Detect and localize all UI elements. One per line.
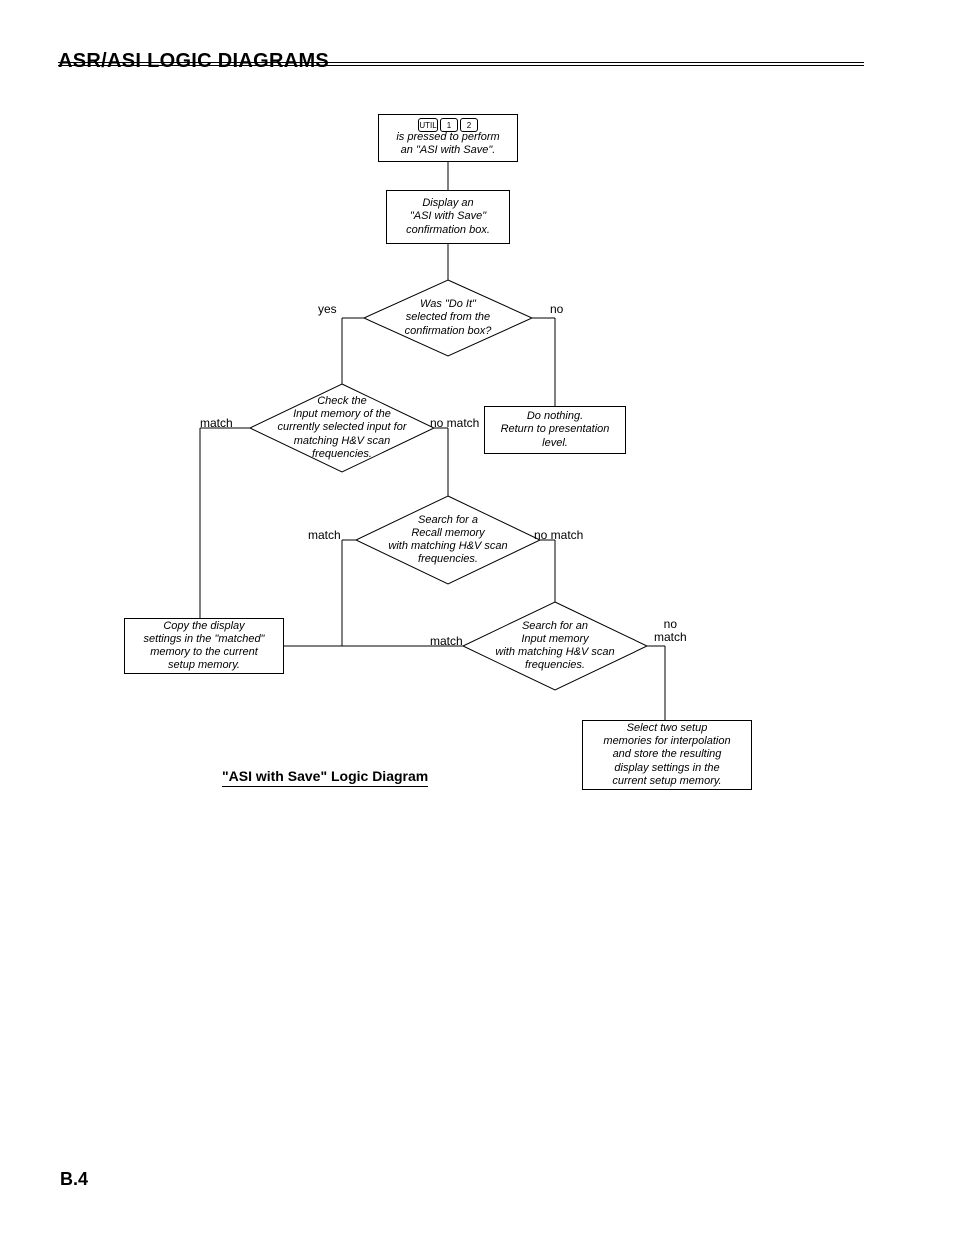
key-2: 2: [460, 118, 478, 132]
header-rule-1: [58, 62, 864, 63]
node-confirm: Display an "ASI with Save" confirmation …: [386, 190, 510, 244]
node-search-input-text: Search for an Input memory with matching…: [495, 620, 614, 673]
node-search-input: Search for an Input memory with matching…: [475, 618, 635, 674]
key-util: UTIL: [418, 118, 438, 132]
node-start-text: is pressed to perform an "ASI with Save"…: [396, 131, 499, 157]
node-interp-text: Select two setup memories for interpolat…: [603, 722, 730, 788]
diagram: is pressed to perform an "ASI with Save"…: [0, 110, 954, 830]
node-doit-text: Was "Do It" selected from the confirmati…: [405, 298, 492, 338]
node-nothing-text: Do nothing. Return to presentation level…: [501, 410, 610, 450]
node-recall-text: Search for a Recall memory with matching…: [388, 514, 507, 567]
label-match-2: match: [308, 528, 341, 542]
label-nomatch-3: no match: [654, 618, 687, 644]
page-number: B.4: [60, 1169, 88, 1190]
node-recall: Search for a Recall memory with matching…: [368, 512, 528, 568]
label-match-1: match: [200, 416, 233, 430]
node-copy: Copy the display settings in the "matche…: [124, 618, 284, 674]
node-copy-text: Copy the display settings in the "matche…: [144, 620, 265, 673]
label-no: no: [550, 302, 563, 316]
header-rule-2: [58, 65, 864, 66]
label-match-3: match: [430, 634, 463, 648]
node-check-input: Check the Input memory of the currently …: [262, 398, 422, 458]
node-confirm-text: Display an "ASI with Save" confirmation …: [406, 197, 490, 237]
node-nothing: Do nothing. Return to presentation level…: [484, 406, 626, 454]
label-nomatch-2: no match: [534, 528, 583, 542]
node-interp: Select two setup memories for interpolat…: [582, 720, 752, 790]
node-doit: Was "Do It" selected from the confirmati…: [380, 296, 516, 340]
node-check-input-text: Check the Input memory of the currently …: [277, 395, 406, 461]
page: ASR/ASI LOGIC DIAGRAMS: [0, 0, 954, 1235]
key-1: 1: [440, 118, 458, 132]
label-nomatch-1: no match: [430, 416, 479, 430]
label-yes: yes: [318, 302, 337, 316]
page-title: ASR/ASI LOGIC DIAGRAMS: [58, 50, 329, 72]
diagram-caption: "ASI with Save" Logic Diagram: [222, 768, 428, 787]
label-nomatch-3-l2: match: [654, 631, 687, 644]
key-sequence: UTIL 1 2: [418, 118, 478, 132]
